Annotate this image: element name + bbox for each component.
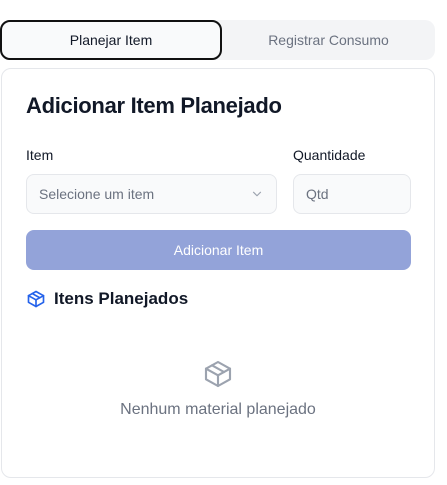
empty-state-message: Nenhum material planejado [120,401,316,418]
tab-registrar-consumo[interactable]: Registrar Consumo [222,20,435,60]
item-label: Item [26,147,54,163]
quantity-label: Quantidade [293,147,366,163]
package-icon [27,290,45,308]
add-item-button[interactable]: Adicionar Item [26,230,411,270]
tab-planejar-item[interactable]: Planejar Item [0,20,222,60]
chevron-down-icon [252,191,262,197]
planned-items-header: Itens Planejados [26,289,188,309]
quantity-input[interactable] [293,174,411,214]
card-title: Adicionar Item Planejado [26,93,282,118]
package-icon [204,360,232,388]
tab-list: Planejar Item Registrar Consumo [0,20,435,60]
planned-item-card: Adicionar Item Planejado Item Quantidade… [1,68,435,478]
item-select-placeholder: Selecione um item [39,186,155,202]
section-title: Itens Planejados [54,289,189,308]
item-select[interactable]: Selecione um item [26,174,277,214]
